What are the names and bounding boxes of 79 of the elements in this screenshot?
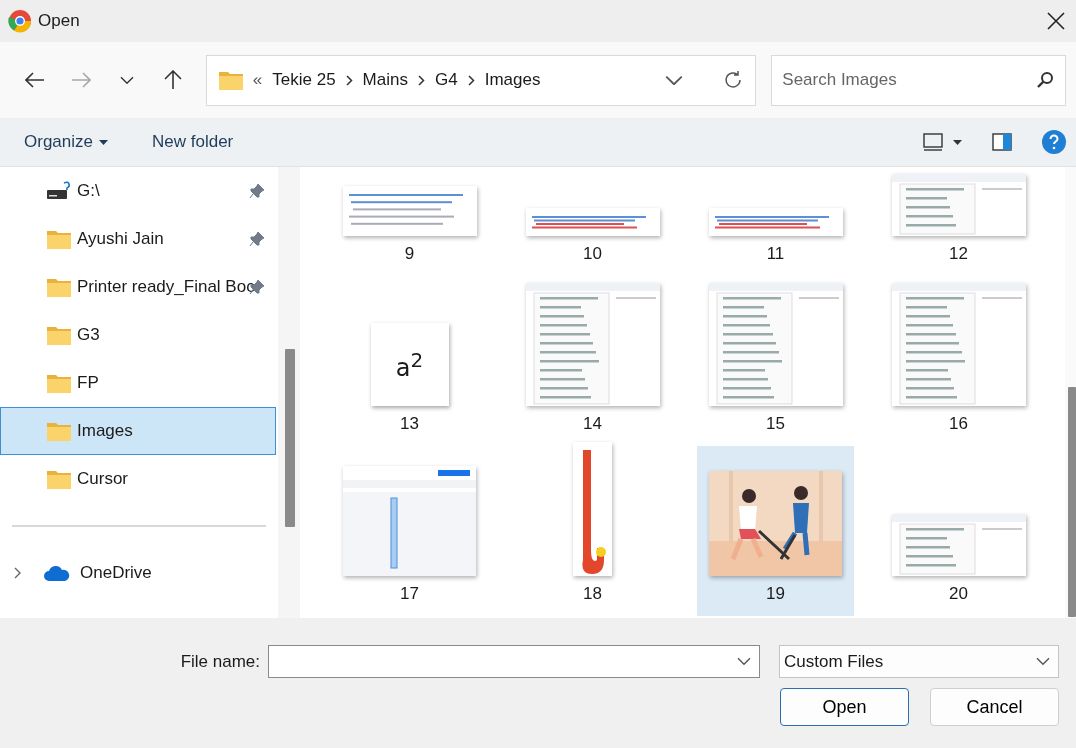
formula-thumbnail: a$^{2}$ bbox=[370, 323, 449, 406]
sidebar-item[interactable]: G:\ bbox=[0, 167, 276, 215]
file-tile[interactable]: 9 bbox=[331, 167, 488, 276]
sidebar-item[interactable]: OneDrive bbox=[0, 549, 278, 597]
view-options-button[interactable] bbox=[923, 133, 962, 151]
file-tile[interactable]: 14 bbox=[514, 276, 671, 446]
search-icon bbox=[1036, 70, 1054, 89]
new-folder-button[interactable]: New folder bbox=[152, 132, 234, 152]
sidebar-item[interactable]: G3 bbox=[0, 311, 276, 359]
file-tile[interactable]: 17 bbox=[331, 446, 488, 616]
file-tile[interactable]: 20 bbox=[880, 446, 1037, 616]
breadcrumb[interactable]: Tekie 25 bbox=[272, 70, 336, 90]
dialog-button[interactable]: Open bbox=[780, 688, 909, 726]
window-title: Open bbox=[38, 11, 81, 31]
file-tile[interactable]: 18 bbox=[514, 446, 671, 616]
up-arrow-icon bbox=[163, 70, 182, 90]
folder-icon bbox=[47, 421, 71, 441]
caret-down-icon bbox=[953, 139, 962, 145]
search-field[interactable]: Search Images bbox=[771, 54, 1066, 106]
sidebar-item[interactable]: Images bbox=[0, 407, 276, 455]
file-tile[interactable]: 16 bbox=[880, 276, 1037, 446]
forward-arrow-icon bbox=[70, 72, 91, 88]
file-name-label: File name: bbox=[180, 651, 260, 672]
folder-icon bbox=[47, 229, 71, 249]
chevron-right-icon bbox=[417, 74, 425, 86]
file-name-field[interactable] bbox=[268, 645, 760, 678]
address-bar[interactable]: « Tekie 25 Mains G4 Images bbox=[205, 54, 757, 106]
file-tile[interactable]: a$^{2}$ 13 bbox=[331, 276, 488, 446]
dialog-button[interactable]: Cancel bbox=[930, 688, 1059, 726]
file-tile[interactable]: 10 bbox=[514, 167, 671, 276]
chevron-down-icon bbox=[1036, 657, 1050, 666]
file-name: 20 bbox=[949, 583, 968, 605]
file-name: 9 bbox=[404, 243, 415, 265]
help-button[interactable] bbox=[1042, 130, 1066, 154]
scrollbar[interactable] bbox=[1065, 167, 1076, 618]
app-icon bbox=[8, 9, 32, 33]
organize-button[interactable]: Organize bbox=[24, 132, 108, 152]
folder-icon bbox=[47, 277, 71, 297]
file-name: 19 bbox=[766, 583, 785, 605]
file-type-dropdown[interactable]: Custom Files bbox=[779, 645, 1059, 678]
chevron-down-icon bbox=[119, 75, 134, 85]
back-arrow-icon bbox=[24, 72, 45, 88]
chevron-right-icon[interactable] bbox=[14, 567, 22, 579]
file-name: 10 bbox=[583, 243, 602, 265]
overflow-marker[interactable]: « bbox=[252, 70, 263, 90]
pin-icon[interactable] bbox=[249, 183, 265, 199]
sidebar-item[interactable]: FP bbox=[0, 359, 276, 407]
file-tile[interactable]: 11 bbox=[697, 167, 854, 276]
file-name: 11 bbox=[766, 243, 785, 265]
cloud-icon bbox=[44, 565, 70, 581]
file-name: 17 bbox=[400, 583, 419, 605]
breadcrumb[interactable]: Images bbox=[484, 70, 541, 90]
chevron-down-icon bbox=[665, 74, 684, 86]
file-name: 18 bbox=[583, 583, 602, 605]
preview-pane-button[interactable] bbox=[992, 133, 1012, 151]
file-name: 16 bbox=[949, 413, 968, 435]
breadcrumb[interactable]: G4 bbox=[434, 70, 458, 90]
sidebar-item[interactable]: Printer ready_Final Boc bbox=[0, 263, 276, 311]
sidebar-item[interactable]: Cursor bbox=[0, 455, 276, 503]
refresh-icon[interactable] bbox=[723, 70, 744, 90]
chevron-right-icon bbox=[467, 74, 475, 86]
file-tile[interactable]: 19 bbox=[697, 446, 854, 616]
file-name: 12 bbox=[949, 243, 968, 265]
file-name: 15 bbox=[766, 413, 785, 435]
file-tile[interactable]: 15 bbox=[697, 276, 854, 446]
folder-icon bbox=[47, 469, 71, 489]
chevron-right-icon bbox=[345, 74, 353, 86]
pin-icon[interactable] bbox=[249, 231, 265, 247]
file-name: 14 bbox=[583, 413, 602, 435]
caret-down-icon bbox=[99, 139, 108, 145]
folder-icon bbox=[47, 373, 71, 393]
drive-icon bbox=[47, 181, 71, 201]
chevron-down-icon bbox=[737, 657, 751, 666]
file-name: 13 bbox=[400, 413, 419, 435]
breadcrumb[interactable]: Mains bbox=[362, 70, 408, 90]
folder-icon bbox=[218, 70, 243, 90]
folder-icon bbox=[47, 325, 71, 345]
sidebar-item[interactable]: Ayushi Jain bbox=[0, 215, 276, 263]
file-tile[interactable]: 12 bbox=[880, 167, 1037, 276]
